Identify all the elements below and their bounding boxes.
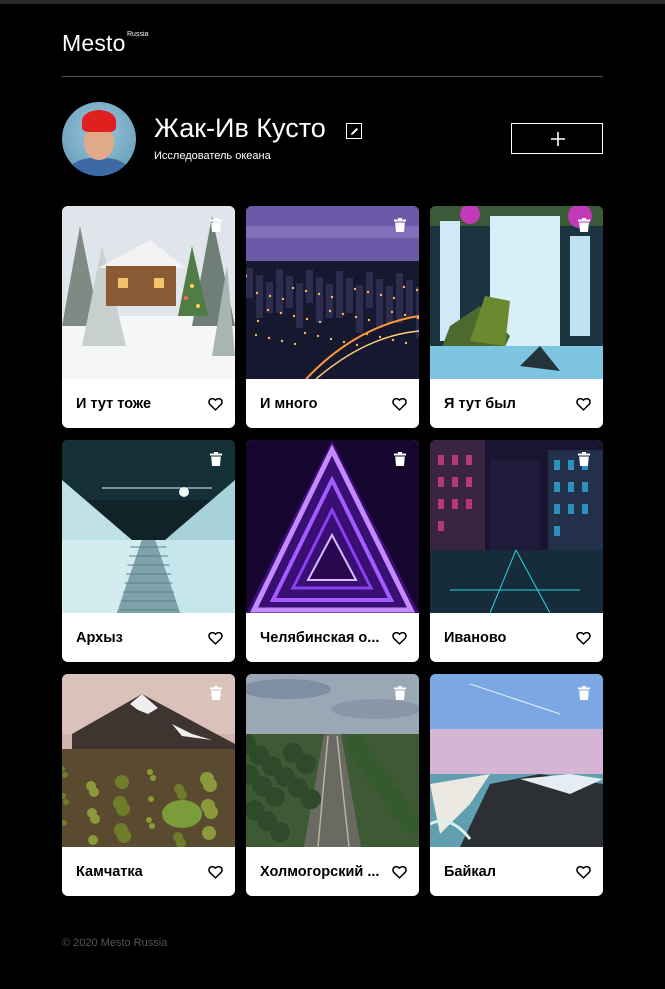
heart-outline-icon[interactable]	[208, 631, 223, 645]
avatar[interactable]	[62, 102, 136, 176]
avatar-hat	[82, 110, 116, 132]
trash-icon[interactable]	[578, 686, 590, 700]
profile-name: Жак-Ив Кусто	[154, 113, 326, 143]
plus-icon	[551, 132, 565, 146]
avatar-shirt	[70, 158, 128, 176]
edit-profile-button[interactable]	[346, 123, 362, 139]
card-title: Холмогорский ...	[260, 864, 380, 880]
card-title: Камчатка	[76, 864, 143, 880]
logo: Mesto	[62, 30, 126, 56]
trash-icon[interactable]	[578, 218, 590, 232]
place-card: Холмогорский ...	[246, 674, 419, 896]
heart-outline-icon[interactable]	[576, 631, 591, 645]
trash-icon[interactable]	[394, 218, 406, 232]
logo-superscript: Russia	[127, 31, 149, 38]
place-card: Иваново	[430, 440, 603, 662]
card-title: И много	[260, 396, 318, 412]
card-title: Иваново	[444, 630, 507, 646]
heart-outline-icon[interactable]	[208, 397, 223, 411]
site-header: Mesto Russia	[62, 0, 603, 77]
place-card: И тут тоже	[62, 206, 235, 428]
profile-section: Жак-Ив Кусто Исследователь океана	[62, 77, 603, 205]
trash-icon[interactable]	[210, 686, 222, 700]
profile-about: Исследователь океана	[154, 150, 271, 162]
trash-icon[interactable]	[394, 452, 406, 466]
trash-icon[interactable]	[210, 218, 222, 232]
trash-icon[interactable]	[578, 452, 590, 466]
card-title: И тут тоже	[76, 396, 152, 412]
place-card: Челябинская о...	[246, 440, 419, 662]
place-card: Архыз	[62, 440, 235, 662]
pencil-icon	[351, 128, 358, 135]
heart-outline-icon[interactable]	[392, 865, 407, 879]
card-title: Челябинская о...	[260, 630, 380, 646]
footer-copyright: © 2020 Mesto Russia	[62, 937, 168, 949]
page-container: Mesto Russia Жак-Ив Кусто Исследователь …	[62, 0, 603, 205]
place-card: Камчатка	[62, 674, 235, 896]
heart-outline-icon[interactable]	[392, 397, 407, 411]
trash-icon[interactable]	[394, 686, 406, 700]
card-title: Архыз	[76, 630, 123, 646]
heart-outline-icon[interactable]	[576, 397, 591, 411]
place-card: И много	[246, 206, 419, 428]
place-card: Я тут был	[430, 206, 603, 428]
cards-grid: И тут тоже И много Я тут был Архыз Челяб…	[62, 206, 603, 896]
card-title: Я тут был	[444, 396, 516, 412]
card-title: Байкал	[444, 864, 496, 880]
place-card: Байкал	[430, 674, 603, 896]
heart-outline-icon[interactable]	[208, 865, 223, 879]
trash-icon[interactable]	[210, 452, 222, 466]
add-card-button[interactable]	[511, 123, 603, 154]
heart-outline-icon[interactable]	[576, 865, 591, 879]
heart-outline-icon[interactable]	[392, 631, 407, 645]
